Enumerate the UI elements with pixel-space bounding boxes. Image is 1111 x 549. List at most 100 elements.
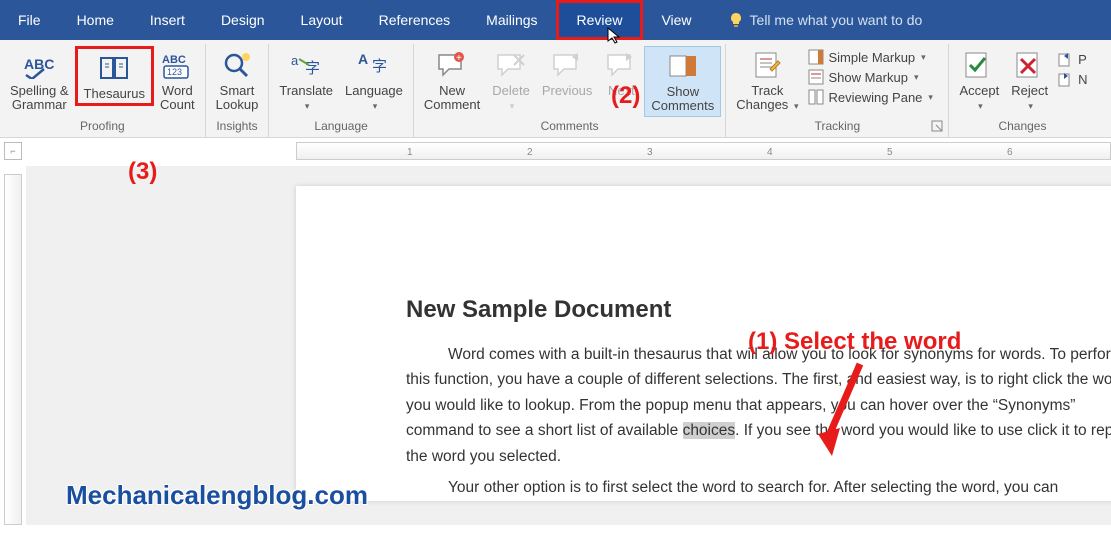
word-count-label: Word Count: [160, 84, 195, 113]
spelling-grammar-button[interactable]: ABC Spelling & Grammar: [4, 46, 75, 115]
language-icon: A字: [357, 51, 391, 79]
group-changes: Accept▾ Reject▾ P N Changes: [949, 44, 1095, 137]
show-comments-icon: [666, 52, 700, 80]
delete-comment-label: Delete▾: [492, 84, 530, 113]
translate-icon: a字: [289, 51, 323, 79]
reviewing-pane-label: Reviewing Pane: [828, 90, 922, 105]
next-change-button[interactable]: N: [1054, 70, 1091, 88]
tab-design[interactable]: Design: [203, 0, 283, 40]
new-comment-icon: +: [435, 51, 469, 79]
smart-lookup-icon: [220, 51, 254, 79]
new-comment-label: New Comment: [424, 84, 480, 113]
document-title: New Sample Document: [406, 296, 1111, 324]
tell-me-placeholder: Tell me what you want to do: [750, 12, 923, 28]
ribbon: ABC Spelling & Grammar Thesaurus ABC123 …: [0, 40, 1111, 138]
ruler-area: ⌐ 1 2 3 4 5 6: [0, 138, 1111, 166]
thesaurus-label: Thesaurus: [84, 87, 145, 101]
next-comment-label: Next: [608, 84, 635, 98]
show-markup-dropdown[interactable]: Show Markup ▾: [804, 68, 944, 86]
svg-text:A: A: [358, 51, 368, 67]
selected-word[interactable]: choices: [683, 422, 736, 439]
show-comments-label: Show Comments: [651, 85, 714, 114]
smart-lookup-label: Smart Lookup: [216, 84, 259, 113]
translate-button[interactable]: a字 Translate▾: [273, 46, 339, 115]
svg-text:+: +: [456, 53, 462, 64]
page-scroll[interactable]: New Sample Document Word comes with a bu…: [26, 166, 1111, 525]
delete-comment-icon: [494, 51, 528, 79]
tracking-dialog-launcher[interactable]: [931, 120, 945, 134]
display-for-review-value: Simple Markup: [828, 50, 915, 65]
previous-comment-icon: [550, 51, 584, 79]
group-language-label: Language: [273, 117, 409, 137]
markup-view-icon: [808, 49, 824, 65]
group-language: a字 Translate▾ A字 Language▾ Language: [269, 44, 414, 137]
next-change-icon: [1058, 71, 1074, 87]
document-page[interactable]: New Sample Document Word comes with a bu…: [296, 186, 1111, 501]
group-changes-label: Changes: [953, 117, 1091, 137]
show-comments-button[interactable]: Show Comments: [644, 46, 721, 117]
spelling-icon: ABC: [22, 51, 56, 79]
delete-comment-button[interactable]: Delete▾: [486, 46, 536, 115]
tell-me-search[interactable]: Tell me what you want to do: [710, 0, 923, 40]
previous-change-label: P: [1078, 52, 1087, 67]
group-comments: + New Comment Delete▾ Previous Next Show…: [414, 44, 726, 137]
vertical-ruler[interactable]: [0, 166, 26, 525]
lightbulb-icon: [728, 12, 744, 28]
previous-change-button[interactable]: P: [1054, 50, 1091, 68]
svg-text:a: a: [291, 53, 299, 68]
svg-text:字: 字: [372, 58, 387, 75]
tab-home[interactable]: Home: [59, 0, 132, 40]
show-markup-icon: [808, 69, 824, 85]
track-changes-label: Track Changes ▾: [736, 84, 798, 113]
reject-button[interactable]: Reject▾: [1005, 46, 1054, 115]
reject-icon: [1013, 51, 1047, 79]
track-changes-button[interactable]: Track Changes ▾: [730, 46, 804, 115]
ribbon-tabstrip: File Home Insert Design Layout Reference…: [0, 0, 1111, 40]
track-changes-icon: [750, 51, 784, 79]
reject-label: Reject▾: [1011, 84, 1048, 113]
document-area: New Sample Document Word comes with a bu…: [0, 166, 1111, 525]
tab-view[interactable]: View: [643, 0, 709, 40]
previous-comment-button[interactable]: Previous: [536, 46, 599, 100]
group-tracking: Track Changes ▾ Simple Markup ▾ Show Mar…: [726, 44, 949, 137]
show-markup-label: Show Markup: [828, 70, 907, 85]
thesaurus-button[interactable]: Thesaurus: [75, 46, 154, 106]
previous-comment-label: Previous: [542, 84, 593, 98]
accept-icon: [962, 51, 996, 79]
svg-text:ABC: ABC: [162, 54, 186, 66]
svg-text:字: 字: [305, 60, 320, 77]
next-comment-button[interactable]: Next: [598, 46, 644, 100]
tab-insert[interactable]: Insert: [132, 0, 203, 40]
reviewing-pane-icon: [808, 89, 824, 105]
display-for-review-dropdown[interactable]: Simple Markup ▾: [804, 48, 944, 66]
tab-file[interactable]: File: [0, 0, 59, 40]
word-count-button[interactable]: ABC123 Word Count: [154, 46, 201, 115]
tab-review[interactable]: Review: [556, 0, 644, 40]
group-insights: Smart Lookup Insights: [206, 44, 270, 137]
group-tracking-label: Tracking: [730, 117, 944, 137]
reviewing-pane-dropdown[interactable]: Reviewing Pane ▾: [804, 88, 944, 106]
spelling-grammar-label: Spelling & Grammar: [10, 84, 69, 113]
new-comment-button[interactable]: + New Comment: [418, 46, 486, 115]
ruler-corner: ⌐: [4, 142, 22, 160]
group-insights-label: Insights: [210, 117, 265, 137]
svg-text:ABC: ABC: [24, 56, 54, 72]
tab-layout[interactable]: Layout: [283, 0, 361, 40]
word-count-icon: ABC123: [160, 51, 194, 79]
accept-label: Accept▾: [959, 84, 999, 113]
prev-change-icon: [1058, 51, 1074, 67]
horizontal-ruler[interactable]: 1 2 3 4 5 6: [26, 142, 1111, 166]
group-proofing-label: Proofing: [4, 117, 201, 137]
group-comments-label: Comments: [418, 117, 721, 137]
tab-mailings[interactable]: Mailings: [468, 0, 555, 40]
paragraph-2: Your other option is to first select the…: [406, 475, 1111, 501]
group-proofing: ABC Spelling & Grammar Thesaurus ABC123 …: [0, 44, 206, 137]
thesaurus-icon: [97, 54, 131, 82]
next-change-label: N: [1078, 72, 1087, 87]
accept-button[interactable]: Accept▾: [953, 46, 1005, 115]
tab-references[interactable]: References: [361, 0, 469, 40]
svg-text:123: 123: [167, 67, 182, 77]
smart-lookup-button[interactable]: Smart Lookup: [210, 46, 265, 115]
paragraph-1: Word comes with a built-in thesaurus tha…: [406, 342, 1111, 470]
language-button[interactable]: A字 Language▾: [339, 46, 409, 115]
